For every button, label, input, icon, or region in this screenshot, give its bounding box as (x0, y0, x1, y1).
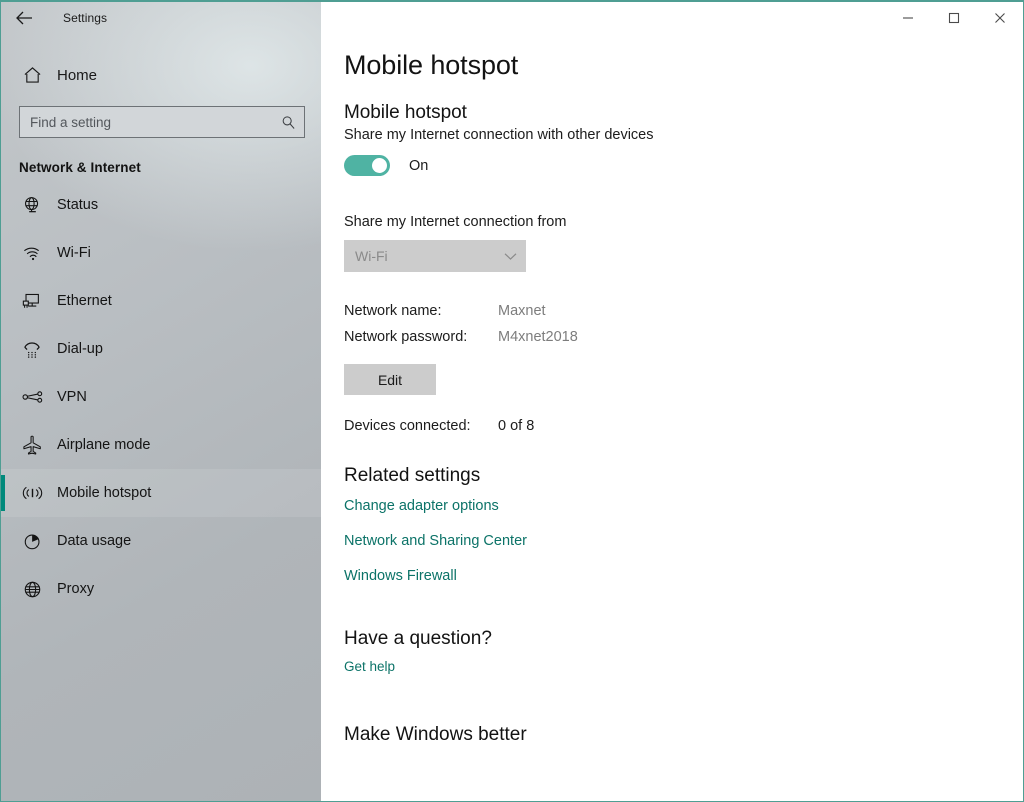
sidebar-item-label: Wi-Fi (57, 245, 91, 261)
sidebar-item-label: Airplane mode (57, 437, 151, 453)
main-content: Mobile hotspot Mobile hotspot Share my I… (321, 33, 1023, 801)
toggle-state-label: On (409, 157, 429, 174)
sidebar-item-label: Proxy (57, 581, 95, 597)
link-windows-firewall[interactable]: Windows Firewall (344, 568, 457, 584)
sidebar-item-wifi[interactable]: Wi-Fi (1, 229, 321, 277)
app-title: Settings (63, 10, 108, 25)
window-controls (321, 2, 1023, 33)
sidebar-nav-list: Status Wi-Fi Ethernet Dial-up VPN Airpla… (1, 181, 321, 613)
chevron-down-icon (504, 252, 517, 261)
network-password-row: Network password: M4xnet2018 (344, 329, 983, 355)
have-a-question-title: Have a question? (344, 628, 492, 649)
related-settings-title: Related settings (344, 465, 481, 486)
sidebar-item-home[interactable]: Home (1, 55, 321, 95)
sidebar-item-mobile-hotspot[interactable]: Mobile hotspot (1, 469, 321, 517)
settings-sidebar: Home Network & Internet (1, 2, 321, 801)
sidebar-item-label: Home (57, 66, 98, 84)
globe-status-icon (15, 196, 49, 215)
search-input[interactable] (19, 106, 305, 138)
network-password-label: Network password: (344, 329, 468, 345)
vpn-icon (15, 389, 49, 405)
minimize-button[interactable] (885, 2, 931, 33)
toggle-knob (372, 158, 387, 173)
sidebar-item-airplane-mode[interactable]: Airplane mode (1, 421, 321, 469)
devices-connected-value: 0 of 8 (498, 418, 535, 434)
sidebar-item-label: Status (57, 197, 99, 213)
dialup-phone-icon (15, 340, 49, 359)
link-change-adapter-options[interactable]: Change adapter options (344, 498, 499, 514)
back-button[interactable] (1, 2, 47, 33)
title-bar: Settings (1, 2, 1023, 33)
section-subtitle: Share my Internet connection with other … (344, 127, 654, 143)
wifi-icon (15, 244, 49, 262)
link-get-help[interactable]: Get help (344, 659, 395, 674)
hotspot-toggle-row: On (344, 155, 983, 176)
home-icon (15, 66, 49, 84)
minimize-icon (902, 12, 914, 24)
devices-connected-label: Devices connected: (344, 418, 471, 434)
sidebar-item-label: Ethernet (57, 293, 112, 309)
settings-window: Settings Home Find a setting Network & I… (0, 0, 1024, 802)
page-title: Mobile hotspot (344, 50, 519, 80)
edit-button[interactable]: Edit (344, 364, 436, 395)
sidebar-item-proxy[interactable]: Proxy (1, 565, 321, 613)
sidebar-item-label: Mobile hotspot (57, 485, 152, 501)
sidebar-item-label: Data usage (57, 533, 132, 549)
sidebar-item-ethernet[interactable]: Ethernet (1, 277, 321, 325)
back-arrow-icon (15, 11, 33, 25)
search-container (19, 106, 305, 138)
airplane-icon (15, 435, 49, 455)
network-name-label: Network name: (344, 303, 442, 319)
sidebar-item-dialup[interactable]: Dial-up (1, 325, 321, 373)
network-password-value: M4xnet2018 (498, 329, 578, 345)
close-button[interactable] (977, 2, 1023, 33)
maximize-icon (948, 12, 960, 24)
globe-proxy-icon (15, 580, 49, 599)
devices-connected-row: Devices connected: 0 of 8 (344, 418, 983, 434)
pie-chart-icon (15, 532, 49, 551)
make-windows-better-title: Make Windows better (344, 724, 527, 745)
close-icon (994, 12, 1006, 24)
sidebar-item-vpn[interactable]: VPN (1, 373, 321, 421)
section-title: Mobile hotspot (344, 102, 467, 123)
hotspot-toggle[interactable] (344, 155, 390, 176)
sidebar-item-status[interactable]: Status (1, 181, 321, 229)
network-info-table: Network name: Maxnet Network password: M… (344, 303, 983, 355)
sidebar-group-heading: Network & Internet (19, 160, 141, 175)
share-from-label: Share my Internet connection from (344, 214, 567, 230)
share-from-dropdown[interactable]: Wi-Fi (344, 240, 526, 272)
ethernet-icon (15, 292, 49, 311)
sidebar-item-label: Dial-up (57, 341, 103, 357)
hotspot-icon (15, 484, 49, 502)
title-bar-left: Settings (1, 2, 321, 33)
dropdown-selected-value: Wi-Fi (355, 248, 388, 264)
sidebar-item-label: VPN (57, 389, 87, 405)
sidebar-item-data-usage[interactable]: Data usage (1, 517, 321, 565)
window-body: Home Network & Internet (1, 33, 1023, 801)
link-network-and-sharing-center[interactable]: Network and Sharing Center (344, 533, 527, 549)
network-name-value: Maxnet (498, 303, 546, 319)
maximize-button[interactable] (931, 2, 977, 33)
network-name-row: Network name: Maxnet (344, 303, 983, 329)
